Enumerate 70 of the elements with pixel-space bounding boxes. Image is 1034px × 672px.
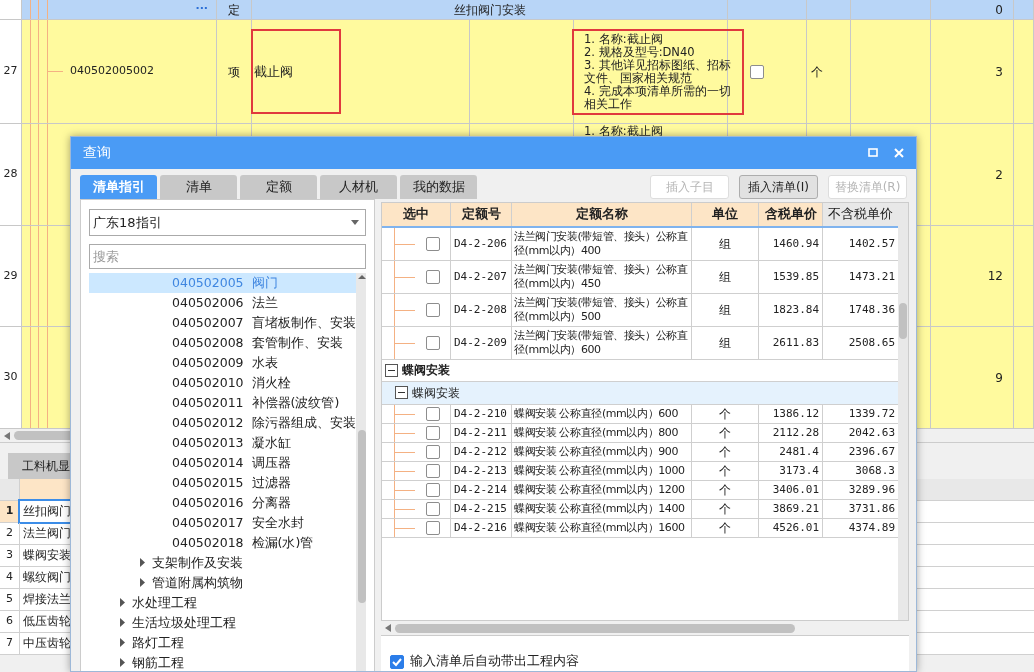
table-cell: 组	[692, 227, 759, 260]
table-cell: D4-2-209	[451, 326, 512, 359]
table-cell: 个	[692, 499, 759, 518]
item-quantity: 0	[995, 1, 1003, 19]
item-quantity: 2	[995, 166, 1003, 184]
table-cell: D4-2-207	[451, 260, 512, 293]
table-cell: 组	[692, 293, 759, 326]
table-cell: 个	[692, 461, 759, 480]
table-cell: 2112.28	[759, 423, 823, 442]
table-cell: D4-2-211	[451, 423, 512, 442]
table-cell: 蝶阀安装 公称直径(mm以内）1400	[512, 499, 692, 518]
table-cell: 蝶阀安装 公称直径(mm以内）800	[512, 423, 692, 442]
table-cell: D4-2-214	[451, 480, 512, 499]
item-quantity: 9	[995, 369, 1003, 387]
table-cell: 法兰阀门安装(带短管、接头）公称直径(mm以内）400	[512, 227, 692, 260]
table-cell: 组	[692, 326, 759, 359]
table-cell: 个	[692, 404, 759, 423]
table-cell: 法兰阀门安装(带短管、接头）公称直径(mm以内）600	[512, 326, 692, 359]
table-cell: 蝶阀安装 公称直径(mm以内）1600	[512, 518, 692, 537]
row-number: 5	[0, 589, 20, 610]
item-quantity: 3	[995, 63, 1003, 81]
row-number: 7	[0, 633, 20, 654]
table-cell: 组	[692, 260, 759, 293]
table-cell: 2611.83	[759, 326, 823, 359]
table-cell: 法兰阀门安装(带短管、接头）公称直径(mm以内）500	[512, 293, 692, 326]
item-type: 定	[228, 1, 240, 19]
table-cell: D4-2-212	[451, 442, 512, 461]
table-cell: 1460.94	[759, 227, 823, 260]
table-cell: 3173.4	[759, 461, 823, 480]
table-cell: 个	[692, 423, 759, 442]
row-number: 29	[3, 267, 18, 284]
row-number: 4	[0, 567, 20, 588]
item-description: 1. 名称:截止阀 2. 规格及型号:DN40 3. 其他详见招标图纸、招标文件、国家相关规范 4. 完成本项清单所需的一切相关工作	[572, 28, 744, 115]
item-name: 丝扣阀门安装	[453, 1, 526, 19]
table-cell: 3406.01	[759, 480, 823, 499]
table-cell: D4-2-216	[451, 518, 512, 537]
table-cell: 蝶阀安装 公称直径(mm以内）1000	[512, 461, 692, 480]
row-number: 28	[3, 166, 18, 183]
table-cell: D4-2-208	[451, 293, 512, 326]
item-description: 1. 名称:截止阀	[583, 124, 664, 140]
table-cell: D4-2-213	[451, 461, 512, 480]
group-label: 蝶阀安装	[402, 362, 450, 380]
row-number: 30	[3, 369, 18, 386]
row-number: 27	[3, 63, 18, 80]
group-label: 蝶阀安装	[412, 384, 460, 402]
item-name: 截止阀	[251, 29, 341, 114]
row-number: 6	[0, 611, 20, 632]
table-cell: 蝶阀安装 公称直径(mm以内）1200	[512, 480, 692, 499]
item-type: 项	[228, 63, 240, 81]
item-quantity: 12	[987, 268, 1003, 285]
table-cell: 法兰阀门安装(带短管、接头）公称直径(mm以内）450	[512, 260, 692, 293]
table-cell: 蝶阀安装 公称直径(mm以内）600	[512, 404, 692, 423]
table-cell: 4526.01	[759, 518, 823, 537]
table-cell: 3869.21	[759, 499, 823, 518]
row-number: 1	[0, 501, 20, 522]
table-cell: 个	[692, 480, 759, 499]
table-cell: D4-2-210	[451, 404, 512, 423]
table-cell: 个	[692, 518, 759, 537]
table-cell: 2481.4	[759, 442, 823, 461]
row-number: 3	[0, 545, 20, 566]
table-cell: 个	[692, 442, 759, 461]
table-cell: 1539.85	[759, 260, 823, 293]
dialog-title: 查询	[83, 143, 112, 163]
table-cell: D4-2-206	[451, 227, 512, 260]
table-cell: D4-2-215	[451, 499, 512, 518]
item-unit: 个	[811, 63, 823, 81]
row-number: 2	[0, 523, 20, 544]
table-cell: 1386.12	[759, 404, 823, 423]
table-cell: 1823.84	[759, 293, 823, 326]
table-cell: 蝶阀安装 公称直径(mm以内）900	[512, 442, 692, 461]
